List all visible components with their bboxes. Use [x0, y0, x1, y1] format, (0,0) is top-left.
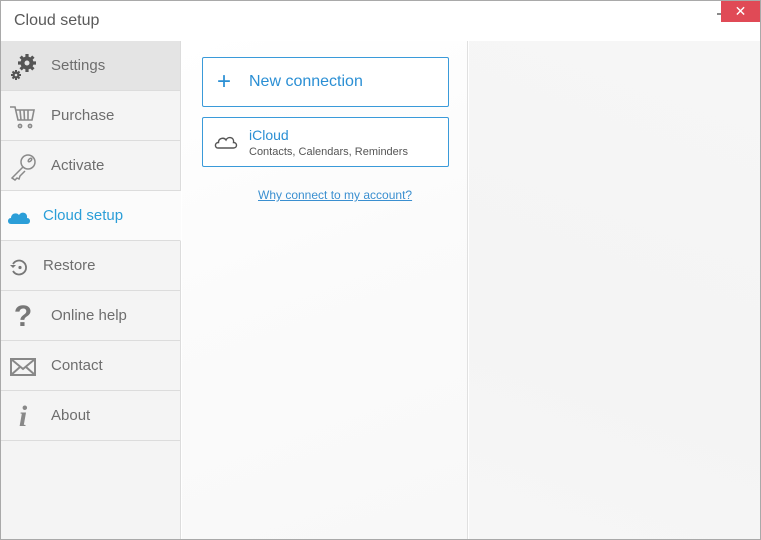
- sidebar-item-cloud-setup[interactable]: Cloud setup: [1, 191, 181, 241]
- window-title: Cloud setup: [14, 12, 100, 29]
- envelope-icon: [7, 352, 39, 382]
- sidebar-item-restore[interactable]: Restore: [1, 241, 180, 291]
- cloud-icon: [5, 202, 33, 232]
- sidebar-item-label: Contact: [51, 357, 103, 374]
- info-icon: i: [18, 400, 28, 433]
- key-icon: [7, 152, 39, 182]
- cart-icon: [7, 102, 39, 132]
- sidebar-item-activate[interactable]: Activate: [1, 141, 180, 191]
- cloud-outline-icon: [213, 132, 239, 157]
- detail-pane: [469, 41, 760, 539]
- new-connection-button[interactable]: + New connection: [202, 57, 449, 107]
- new-connection-label: New connection: [249, 73, 363, 90]
- connection-title: iCloud: [249, 127, 289, 143]
- sidebar-item-purchase[interactable]: Purchase: [1, 91, 180, 141]
- sidebar-item-label: Purchase: [51, 107, 115, 124]
- connection-subtitle: Contacts, Calendars, Reminders: [249, 146, 408, 158]
- sidebar-item-about[interactable]: i About: [1, 391, 180, 441]
- sidebar-item-label: Cloud setup: [43, 207, 124, 224]
- close-button[interactable]: ✕: [721, 1, 760, 22]
- connections-panel: + New connection iCloud Contacts, Calend…: [182, 41, 468, 539]
- sidebar-item-online-help[interactable]: ? Online help: [1, 291, 180, 341]
- why-connect-link[interactable]: Why connect to my account?: [258, 188, 412, 202]
- plus-icon: +: [217, 68, 232, 95]
- restore-icon: [5, 252, 33, 282]
- sidebar-item-label: Settings: [51, 57, 106, 74]
- title-bar: Cloud setup ✕: [1, 1, 760, 41]
- sidebar-item-contact[interactable]: Contact: [1, 341, 180, 391]
- sidebar-item-label: Restore: [43, 257, 96, 274]
- sidebar: Settings Purchase Activate Cloud setup R…: [1, 41, 181, 539]
- sidebar-item-label: Online help: [51, 307, 127, 324]
- sidebar-item-label: About: [51, 407, 91, 424]
- sidebar-item-settings[interactable]: Settings: [1, 41, 180, 91]
- sidebar-item-label: Activate: [51, 157, 105, 174]
- app-window: Cloud setup ✕ Settings Purchase Activate…: [0, 0, 761, 540]
- question-icon: ?: [13, 300, 33, 333]
- close-icon: ✕: [734, 3, 747, 19]
- gears-icon: [7, 52, 39, 82]
- connection-item-icloud[interactable]: iCloud Contacts, Calendars, Reminders: [202, 117, 449, 167]
